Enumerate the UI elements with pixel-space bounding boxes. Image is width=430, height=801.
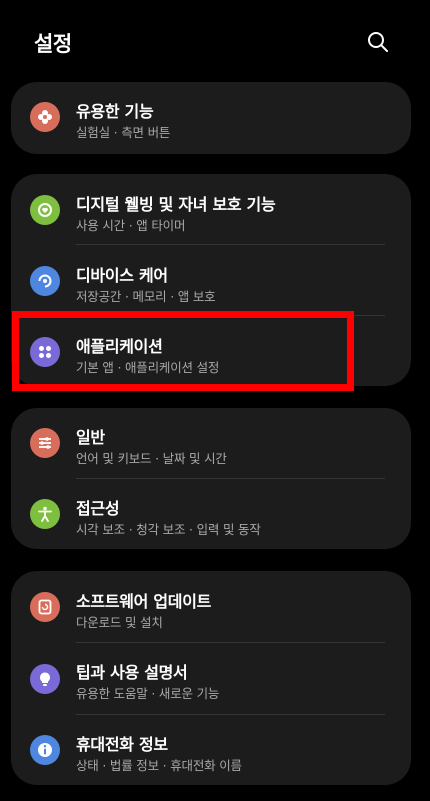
menu-item-label: 애플리케이션: [76, 337, 163, 356]
update-icon: [30, 592, 60, 622]
menu-item-subtitle: 유용한 도움말 · 새로운 기능: [76, 686, 220, 701]
flower-icon: [30, 102, 60, 132]
menu-item-general[interactable]: 일반 언어 및 키보드 · 날짜 및 시간: [11, 408, 411, 480]
menu-item-label: 유용한 기능: [76, 102, 154, 121]
settings-group-1: 유용한 기능 실험실 · 측면 버튼: [11, 82, 411, 154]
search-icon[interactable]: [366, 30, 390, 54]
menu-item-applications[interactable]: 애플리케이션 기본 앱 · 애플리케이션 설정: [11, 316, 411, 388]
menu-item-label: 소프트웨어 업데이트: [76, 592, 212, 611]
menu-item-subtitle: 시각 보조 · 청각 보조 · 입력 및 동작: [76, 522, 261, 537]
menu-item-subtitle: 언어 및 키보드 · 날짜 및 시간: [76, 451, 227, 466]
sliders-icon: [30, 428, 60, 458]
apps-icon: [30, 337, 60, 367]
menu-item-useful-features[interactable]: 유용한 기능 실험실 · 측면 버튼: [11, 82, 411, 154]
menu-item-label: 일반: [76, 428, 105, 447]
menu-item-digital-wellbeing[interactable]: 디지털 웰빙 및 자녀 보호 기능 사용 시간 · 앱 타이머: [11, 174, 411, 246]
menu-item-subtitle: 저장공간 · 메모리 · 앱 보호: [76, 289, 216, 304]
page-title: 설정: [34, 32, 72, 56]
menu-item-subtitle: 다운로드 및 설치: [76, 615, 163, 630]
menu-item-device-care[interactable]: 디바이스 케어 저장공간 · 메모리 · 앱 보호: [11, 245, 411, 317]
menu-item-label: 디지털 웰빙 및 자녀 보호 기능: [76, 195, 276, 214]
menu-item-subtitle: 기본 앱 · 애플리케이션 설정: [76, 360, 220, 375]
settings-group-4: 소프트웨어 업데이트 다운로드 및 설치 팁과 사용 설명서 유용한 도움말 ·…: [11, 571, 411, 785]
menu-item-label: 휴대전화 정보: [76, 735, 168, 754]
device-care-icon: [30, 266, 60, 296]
accessibility-icon: [30, 499, 60, 529]
menu-item-label: 접근성: [76, 499, 120, 518]
menu-item-accessibility[interactable]: 접근성 시각 보조 · 청각 보조 · 입력 및 동작: [11, 479, 411, 551]
menu-item-label: 디바이스 케어: [76, 266, 168, 285]
menu-item-label: 팁과 사용 설명서: [76, 663, 188, 682]
bulb-icon: [30, 664, 60, 694]
menu-item-subtitle: 상태 · 법률 정보 · 휴대전화 이름: [76, 758, 242, 773]
header: 설정: [0, 0, 430, 80]
menu-item-tips[interactable]: 팁과 사용 설명서 유용한 도움말 · 새로운 기능: [11, 643, 411, 715]
menu-item-software-update[interactable]: 소프트웨어 업데이트 다운로드 및 설치: [11, 571, 411, 643]
menu-item-subtitle: 실험실 · 측면 버튼: [76, 125, 171, 140]
info-icon: [30, 735, 60, 765]
menu-item-subtitle: 사용 시간 · 앱 타이머: [76, 218, 186, 233]
settings-group-2: 디지털 웰빙 및 자녀 보호 기능 사용 시간 · 앱 타이머 디바이스 케어 …: [11, 174, 411, 386]
wellbeing-icon: [30, 195, 60, 225]
menu-item-phone-info[interactable]: 휴대전화 정보 상태 · 법률 정보 · 휴대전화 이름: [11, 715, 411, 787]
settings-group-3: 일반 언어 및 키보드 · 날짜 및 시간 접근성 시각 보조 · 청각 보조 …: [11, 408, 411, 549]
